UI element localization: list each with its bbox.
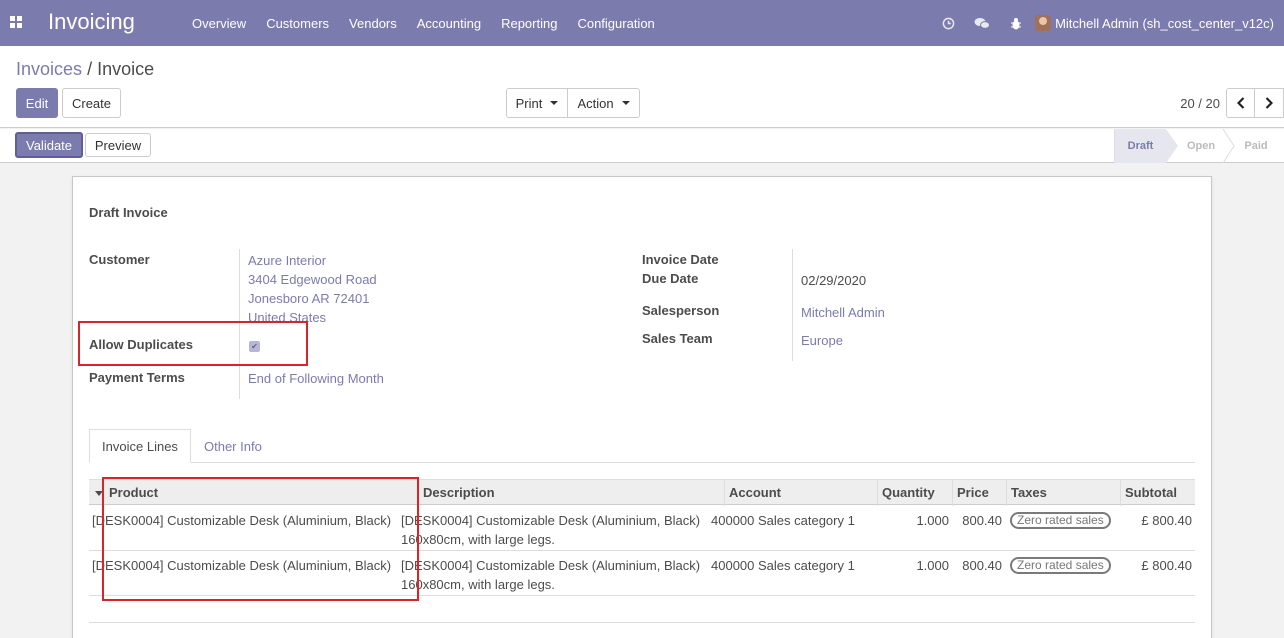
bug-icon[interactable]: [999, 0, 1033, 46]
menu-configuration[interactable]: Configuration: [567, 16, 664, 31]
sales-team-label: Sales Team: [642, 331, 713, 346]
cell-subtotal: £ 800.40: [1141, 558, 1192, 573]
app-title[interactable]: Invoicing: [48, 9, 135, 35]
cell-subtotal: £ 800.40: [1141, 513, 1192, 528]
customer-address[interactable]: Azure Interior 3404 Edgewood Road Jonesb…: [248, 251, 377, 327]
step-draft: Draft: [1114, 129, 1178, 163]
tab-other-info[interactable]: Other Info: [204, 429, 262, 463]
top-navbar: Invoicing Overview Customers Vendors Acc…: [0, 0, 1284, 46]
due-date-label: Due Date: [642, 271, 699, 286]
invoice-state-title: Draft Invoice: [89, 205, 168, 220]
control-panel: Invoices / Invoice Edit Create Print Act…: [0, 46, 1284, 128]
cell-description: [DESK0004] Customizable Desk (Aluminium,…: [401, 511, 700, 549]
highlight-box: [78, 321, 308, 366]
print-label: Print: [515, 95, 543, 111]
highlight-box: [102, 477, 419, 601]
status-steps: Draft Open Paid: [1114, 129, 1284, 163]
tab-invoice-lines[interactable]: Invoice Lines: [89, 429, 191, 463]
user-menu[interactable]: Mitchell Admin (sh_cost_center_v12c): [1033, 15, 1284, 31]
cell-account: 400000 Sales category 1: [711, 513, 855, 528]
cell-taxes: Zero rated sales: [1010, 555, 1111, 574]
main-menu: Overview Customers Vendors Accounting Re…: [182, 0, 665, 46]
column-subtotal[interactable]: Subtotal: [1120, 480, 1195, 506]
pager-next-button[interactable]: [1255, 88, 1284, 118]
customer-street: 3404 Edgewood Road: [248, 272, 377, 287]
print-dropdown[interactable]: Print: [506, 88, 568, 118]
user-name: Mitchell Admin (sh_cost_center_v12c): [1055, 15, 1274, 31]
breadcrumb-current: Invoice: [97, 59, 155, 79]
cell-quantity: 1.000: [916, 513, 949, 528]
customer-name[interactable]: Azure Interior: [248, 251, 377, 270]
payment-terms-value[interactable]: End of Following Month: [248, 369, 384, 388]
cell-price: 800.40: [962, 558, 1002, 573]
menu-overview[interactable]: Overview: [182, 16, 256, 31]
avatar: [1035, 15, 1052, 31]
description-line: [DESK0004] Customizable Desk (Aluminium,…: [401, 513, 701, 528]
menu-vendors[interactable]: Vendors: [339, 16, 407, 31]
pager: 20 / 20: [1180, 88, 1284, 118]
salesperson-value[interactable]: Mitchell Admin: [801, 303, 885, 322]
chevron-left-icon: [1236, 97, 1244, 109]
pager-value[interactable]: 20 / 20: [1180, 96, 1220, 111]
column-account[interactable]: Account: [724, 480, 877, 506]
salesperson-label: Salesperson: [642, 303, 720, 318]
due-date-value[interactable]: 02/29/2020: [801, 271, 866, 290]
preview-button[interactable]: Preview: [85, 133, 151, 157]
customer-city: Jonesboro AR 72401: [248, 291, 370, 306]
apps-menu-icon[interactable]: [10, 16, 22, 28]
notebook-tabs: Invoice Lines Other Info: [89, 429, 1195, 463]
chevron-right-icon: [1265, 97, 1273, 109]
systray: Mitchell Admin (sh_cost_center_v12c): [931, 0, 1284, 46]
chat-icon[interactable]: [965, 0, 999, 46]
description-line: 160x80cm, with large legs.: [401, 532, 555, 547]
breadcrumb-invoices[interactable]: Invoices: [16, 59, 82, 79]
cell-account: 400000 Sales category 1: [711, 558, 855, 573]
menu-reporting[interactable]: Reporting: [491, 16, 567, 31]
tax-badge: Zero rated sales: [1010, 557, 1111, 574]
breadcrumb: Invoices / Invoice: [16, 59, 154, 80]
menu-customers[interactable]: Customers: [256, 16, 339, 31]
pager-previous-button[interactable]: [1226, 88, 1255, 118]
cell-taxes: Zero rated sales: [1010, 510, 1111, 529]
invoice-date-label: Invoice Date: [642, 252, 719, 267]
action-dropdown[interactable]: Action: [568, 88, 640, 118]
description-line: [DESK0004] Customizable Desk (Aluminium,…: [401, 558, 701, 573]
column-quantity[interactable]: Quantity: [877, 480, 952, 506]
tax-badge: Zero rated sales: [1010, 512, 1111, 529]
cell-quantity: 1.000: [916, 558, 949, 573]
payment-terms-label: Payment Terms: [89, 370, 185, 385]
edit-button[interactable]: Edit: [16, 88, 58, 118]
cell-price: 800.40: [962, 513, 1002, 528]
breadcrumb-separator: /: [87, 59, 93, 79]
column-price[interactable]: Price: [952, 480, 1006, 506]
action-label: Action: [577, 95, 614, 111]
clock-icon[interactable]: [931, 0, 965, 46]
customer-label: Customer: [89, 252, 150, 267]
status-bar: Validate Preview Draft Open Paid: [0, 129, 1284, 163]
invoice-sheet: Draft Invoice Customer Azure Interior 34…: [72, 176, 1212, 638]
step-separator-icon: [1222, 129, 1235, 163]
caret-down-icon: [550, 101, 559, 105]
validate-button[interactable]: Validate: [15, 132, 83, 158]
create-button[interactable]: Create: [62, 88, 121, 118]
print-action-group: Print Action: [506, 88, 640, 118]
sales-team-value[interactable]: Europe: [801, 331, 843, 350]
menu-accounting[interactable]: Accounting: [407, 16, 491, 31]
column-description[interactable]: Description: [418, 480, 724, 506]
column-taxes[interactable]: Taxes: [1006, 480, 1120, 506]
caret-down-icon: [621, 101, 630, 105]
cell-description: [DESK0004] Customizable Desk (Aluminium,…: [401, 556, 700, 594]
field-divider: [792, 249, 793, 361]
description-line: 160x80cm, with large legs.: [401, 577, 555, 592]
